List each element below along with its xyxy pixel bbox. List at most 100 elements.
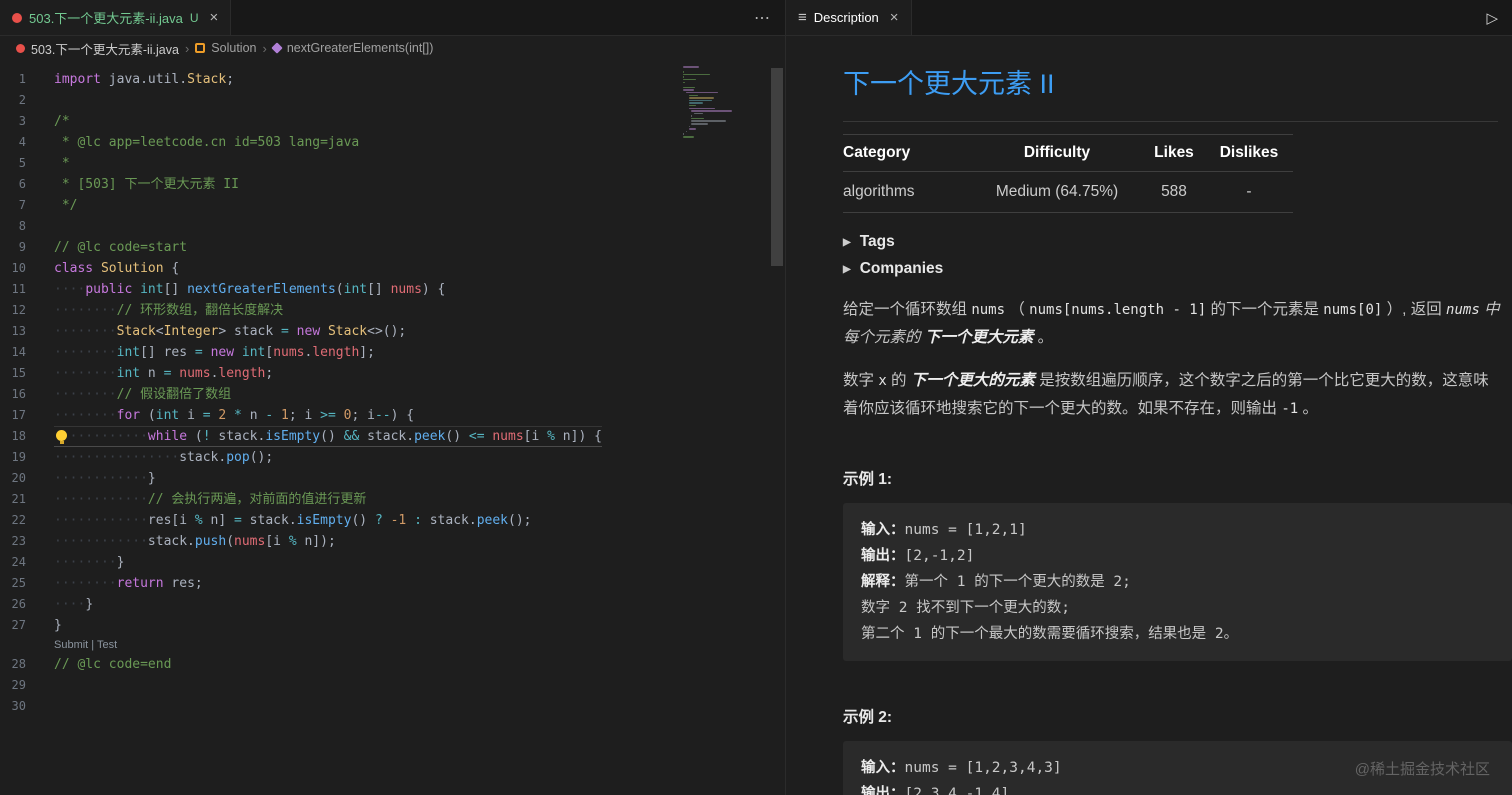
- line-number: 10: [11, 261, 26, 275]
- code-line[interactable]: 29: [0, 675, 681, 696]
- code-line[interactable]: 28 // @lc code=end: [0, 654, 681, 675]
- line-number: 8: [18, 219, 26, 233]
- code-line-content: ········for (int i = 2 * n - 1; i >= 0; …: [54, 408, 415, 423]
- description-pane: ≡ Description × ▷ 下一个更大元素 II Category Di…: [786, 0, 1512, 795]
- method-symbol-icon: [271, 42, 283, 54]
- line-number: 15: [11, 366, 26, 380]
- example-line: 第二个 1 的下一个最大的数需要循环搜索，结果也是 2。: [861, 626, 1239, 642]
- code-line[interactable]: 4 * @lc app=leetcode.cn id=503 lang=java: [0, 132, 681, 153]
- code-line[interactable]: 27}: [0, 615, 681, 636]
- code-line[interactable]: 24 ········}: [0, 552, 681, 573]
- minimap-line: [683, 71, 685, 73]
- tags-label: Tags: [859, 233, 895, 250]
- editor-scrollbar[interactable]: [769, 60, 785, 795]
- example-line: 输入：nums = [1,2,1]: [861, 522, 1027, 538]
- run-icon[interactable]: ▷: [1486, 9, 1498, 27]
- breadcrumb-method[interactable]: nextGreaterElements(int[]): [287, 41, 434, 55]
- description-content: 下一个更大元素 II Category Difficulty Likes Dis…: [786, 36, 1512, 795]
- code-line[interactable]: 8: [0, 216, 681, 237]
- description-tab[interactable]: ≡ Description ×: [786, 0, 912, 35]
- code-line[interactable]: 30: [0, 696, 681, 717]
- code-line[interactable]: 12 ········// 环形数组，翻倍长度解决: [0, 300, 681, 321]
- example-key: 输出：: [861, 548, 905, 564]
- minimap-line: [685, 91, 718, 94]
- code-line[interactable]: 2: [0, 90, 681, 111]
- minimap-line: [683, 133, 684, 135]
- code-line[interactable]: 9 // @lc code=start: [0, 237, 681, 258]
- example-line: 输出：[2,3,4,-1,4]: [861, 781, 1494, 795]
- code-line[interactable]: 16 ········// 假设翻倍了数组: [0, 384, 681, 405]
- code-line[interactable]: 23 ············stack.push(nums[i % n]);: [0, 531, 681, 552]
- line-number: 27: [11, 618, 26, 632]
- code-line[interactable]: 14 ········int[] res = new int[nums.lengt…: [0, 342, 681, 363]
- tags-toggle[interactable]: ▶ Tags: [843, 233, 1512, 251]
- examples: 示例 1: 输入：nums = [1,2,1] 输出：[2,-1,2] 解释：第一个 …: [843, 467, 1512, 795]
- code-line-content: // @lc code=start: [54, 240, 188, 255]
- scrollbar-thumb[interactable]: [771, 68, 783, 266]
- leetcode-file-icon: [16, 43, 25, 53]
- companies-toggle[interactable]: ▶ Companies: [843, 260, 1512, 278]
- more-actions-icon[interactable]: ⋯: [754, 8, 771, 28]
- code-line[interactable]: 11 ····public int[] nextGreaterElements(i…: [0, 279, 681, 300]
- code-line[interactable]: 6 * [503] 下一个更大元素 II: [0, 174, 681, 195]
- code-line-content: *: [54, 156, 70, 171]
- code-line[interactable]: 18 ············while (! stack.isEmpty() &…: [0, 426, 681, 447]
- code-line[interactable]: 10 class Solution {: [0, 258, 681, 279]
- minimap-line: [694, 112, 703, 115]
- line-number: 5: [18, 156, 26, 170]
- breadcrumb-file[interactable]: 503.下一个更大元素-ii.java: [31, 39, 179, 58]
- code-line[interactable]: 17 ········for (int i = 2 * n - 1; i >= 0…: [0, 405, 681, 426]
- tab-close-icon[interactable]: ×: [890, 9, 899, 26]
- code-line[interactable]: 13 ········Stack<Integer> stack = new Sta…: [0, 321, 681, 342]
- code-line-content: ············stack.push(nums[i % n]);: [54, 534, 336, 549]
- code-editor[interactable]: 1 import java.util.Stack; 2 3/* 4 * @lc app=…: [0, 60, 785, 795]
- tab-title: 503.下一个更大元素-ii.java: [29, 11, 183, 26]
- code-line-content: ············// 会执行两遍，对前面的值进行更新: [54, 492, 367, 507]
- code-line[interactable]: 21 ············// 会执行两遍，对前面的值进行更新: [0, 489, 681, 510]
- code-line[interactable]: 15 ········int n = nums.length;: [0, 363, 681, 384]
- code-line[interactable]: 7 */: [0, 195, 681, 216]
- problem-title: 下一个更大元素 II: [843, 69, 1055, 99]
- line-number: 16: [11, 387, 26, 401]
- minimap-line: [691, 123, 709, 125]
- class-symbol-icon: [195, 43, 206, 53]
- line-number: 17: [11, 408, 26, 422]
- code-line[interactable]: 25 ········return res;: [0, 573, 681, 594]
- code-line[interactable]: 5 *: [0, 153, 681, 174]
- editor-toolbar: ⋯: [740, 0, 785, 35]
- minimap-line: [688, 94, 699, 97]
- code-line-content: ····}: [54, 597, 94, 612]
- code-line-content: ········// 环形数组，翻倍长度解决: [54, 303, 284, 318]
- divider: [843, 121, 1498, 122]
- code-line-content: ········return res;: [54, 576, 203, 591]
- example-key: 输入：: [861, 760, 905, 776]
- code-line[interactable]: 1 import java.util.Stack;: [0, 69, 681, 90]
- line-number: 7: [18, 198, 26, 212]
- code-line-content: // @lc code=end: [54, 657, 172, 672]
- minimap-line: [685, 130, 687, 133]
- code-line[interactable]: 3 /*: [0, 111, 681, 132]
- code-line-content: ············while (! stack.isEmpty() && …: [54, 426, 602, 447]
- code-line[interactable]: 22 ············res[i % n] = stack.isEmpty…: [0, 510, 681, 531]
- code-line-content: * @lc app=leetcode.cn id=503 lang=java: [54, 135, 360, 150]
- code-line[interactable]: 20 ············}: [0, 468, 681, 489]
- code-line[interactable]: 26 ····}: [0, 594, 681, 615]
- tab-close-icon[interactable]: ×: [210, 9, 219, 26]
- minimap-line: [691, 117, 704, 120]
- example-key: 输出：: [861, 786, 905, 795]
- code-line-content: ········}: [54, 555, 125, 570]
- stats-header-difficulty: Difficulty: [971, 134, 1143, 172]
- editor-tabbar: 503.下一个更大元素-ii.java U × ⋯: [0, 0, 785, 36]
- minimap-line: [688, 102, 703, 104]
- example-label: 示例 1:: [843, 471, 893, 488]
- leetcode-file-icon: [12, 12, 22, 23]
- breadcrumb-class[interactable]: Solution: [211, 41, 256, 55]
- code-line[interactable]: 19 ················stack.pop();: [0, 447, 681, 468]
- lightbulb-icon[interactable]: [54, 429, 71, 445]
- minimap-line: [683, 66, 700, 68]
- codelens-actions[interactable]: Submit | Test: [0, 636, 681, 654]
- editor-tab[interactable]: 503.下一个更大元素-ii.java U ×: [0, 0, 232, 35]
- stats-row: algorithms Medium (64.75%) 588 -: [843, 171, 1293, 213]
- panel-toolbar: ▷: [1472, 0, 1512, 35]
- minimap[interactable]: [683, 66, 767, 144]
